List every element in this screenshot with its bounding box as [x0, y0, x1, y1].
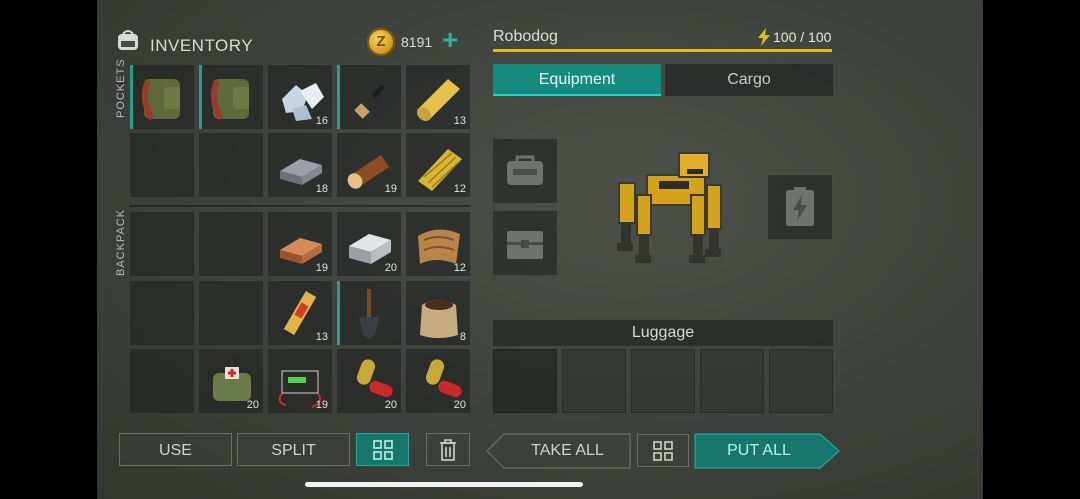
inventory-slot-empty[interactable] — [130, 349, 194, 413]
inventory-slot-iron-bar[interactable]: 18 — [268, 133, 332, 197]
inventory-slot-empty[interactable] — [199, 133, 263, 197]
backpack-icon — [141, 79, 180, 121]
shovel-icon — [359, 289, 379, 339]
backpack-header-icon — [118, 30, 138, 50]
inventory-slot-fabric-roll[interactable]: 13 — [406, 65, 470, 129]
put-all-button[interactable]: PUT ALL — [695, 434, 823, 467]
home-indicator[interactable] — [305, 482, 583, 487]
inventory-slot-crystals[interactable]: 16 — [268, 65, 332, 129]
inventory-slot-shovel[interactable] — [337, 281, 401, 345]
backpack-label: BACKPACK — [115, 208, 127, 276]
inventory-slot-empty[interactable] — [199, 212, 263, 276]
item-count: 20 — [246, 399, 259, 411]
split-button[interactable]: SPLIT — [237, 433, 350, 466]
inventory-slot-steel-ingot[interactable]: 20 — [337, 212, 401, 276]
inventory-slot-capsule[interactable]: 20 — [337, 349, 401, 413]
item-count: 20 — [453, 399, 466, 411]
luggage-slot[interactable] — [493, 349, 557, 413]
tab-cargo[interactable]: Cargo — [665, 64, 833, 96]
inventory-slot-battery-charger[interactable]: 19 — [268, 349, 332, 413]
battery-slot-icon — [786, 187, 814, 226]
item-count: 18 — [315, 183, 328, 195]
luggage-slot[interactable] — [700, 349, 764, 413]
bag-slot-icon — [507, 155, 543, 185]
item-count: 8 — [459, 331, 466, 343]
use-button[interactable]: USE — [119, 433, 232, 466]
coin-icon: Z — [367, 28, 395, 56]
game-screen: INVENTORY Z 8191 + POCKETS BACKPACK 16 13… — [97, 0, 983, 499]
backpack-icon — [210, 79, 249, 121]
chest-slot-icon — [507, 231, 543, 259]
inventory-slot-empty[interactable] — [130, 281, 194, 345]
energy-bar — [493, 49, 832, 52]
inventory-slot-capsule[interactable]: 20 — [406, 349, 470, 413]
rifle-icon — [349, 79, 393, 121]
item-count: 16 — [315, 115, 328, 127]
inventory-slot-log[interactable]: 19 — [337, 133, 401, 197]
inventory-slot-empty[interactable] — [199, 281, 263, 345]
equipment-slot-chest[interactable] — [493, 211, 557, 275]
item-count: 20 — [384, 399, 397, 411]
equipment-slot-bag[interactable] — [493, 139, 557, 203]
item-count: 13 — [453, 115, 466, 127]
coin-count: 8191 — [401, 34, 433, 50]
luggage-header: Luggage — [493, 320, 833, 346]
inventory-slot-copper-bar[interactable]: 19 — [268, 212, 332, 276]
robodog-image — [617, 152, 722, 263]
energy-bolt-icon — [758, 28, 770, 46]
trash-icon — [440, 439, 456, 461]
luggage-slot[interactable] — [769, 349, 833, 413]
item-count: 19 — [315, 399, 328, 411]
item-count: 20 — [384, 262, 397, 274]
inventory-slot-backpack[interactable] — [199, 65, 263, 129]
luggage-slot[interactable] — [562, 349, 626, 413]
luggage-slot[interactable] — [631, 349, 695, 413]
robodog-grid-button[interactable] — [637, 434, 689, 467]
inventory-slot-backpack[interactable] — [130, 65, 194, 129]
item-count: 12 — [453, 183, 466, 195]
item-count: 12 — [453, 262, 466, 274]
inventory-slot-rifle[interactable] — [337, 65, 401, 129]
item-count: 13 — [315, 331, 328, 343]
grid-view-button[interactable] — [356, 433, 409, 466]
item-count: 19 — [384, 183, 397, 195]
grid-icon — [372, 440, 393, 460]
tab-equipment[interactable]: Equipment — [493, 64, 661, 96]
energy-value: 100 / 100 — [773, 29, 832, 45]
inventory-slot-syringe[interactable]: 13 — [268, 281, 332, 345]
take-all-button[interactable]: TAKE ALL — [505, 434, 630, 467]
item-count: 19 — [315, 262, 328, 274]
inventory-title: INVENTORY — [150, 36, 254, 55]
pockets-label: POCKETS — [115, 58, 127, 118]
grid-icon — [653, 441, 673, 461]
inventory-slot-leather[interactable]: 12 — [406, 212, 470, 276]
add-coins-button[interactable]: + — [442, 26, 458, 54]
robodog-name: Robodog — [493, 28, 558, 45]
inventory-slot-mesh-roll[interactable]: 12 — [406, 133, 470, 197]
inventory-slot-empty[interactable] — [130, 212, 194, 276]
soil-bag-icon — [420, 300, 458, 338]
equipment-slot-battery[interactable] — [768, 175, 832, 239]
section-divider — [130, 205, 470, 207]
inventory-slot-empty[interactable] — [130, 133, 194, 197]
inventory-slot-soil-bag[interactable]: 8 — [406, 281, 470, 345]
inventory-slot-medkit-bag[interactable]: 20 — [199, 349, 263, 413]
trash-button[interactable] — [426, 433, 470, 466]
